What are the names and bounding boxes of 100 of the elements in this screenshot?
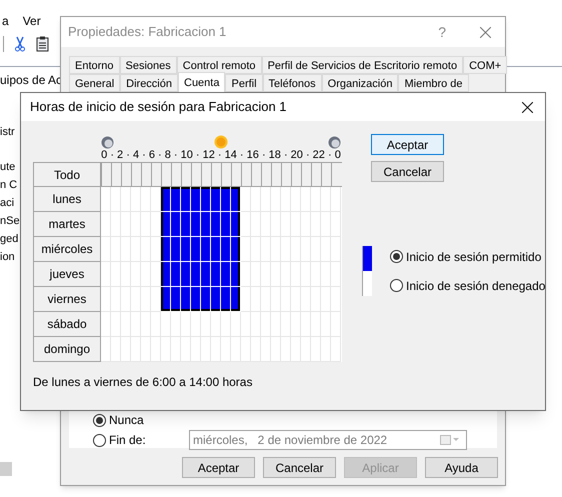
hour-cell[interactable] [311, 237, 321, 262]
hour-cell[interactable] [151, 187, 161, 212]
radio-button[interactable] [93, 434, 106, 446]
hour-cell[interactable] [101, 262, 111, 287]
hour-cell[interactable] [291, 287, 301, 312]
hour-cell[interactable] [131, 287, 141, 312]
tree-item[interactable]: ute [0, 158, 16, 176]
hour-cell[interactable] [111, 262, 121, 287]
hour-cell[interactable] [131, 212, 141, 237]
hour-cell[interactable] [291, 237, 301, 262]
hour-cell[interactable] [231, 312, 241, 337]
hour-cell[interactable] [261, 337, 271, 362]
hour-cell[interactable] [201, 337, 211, 362]
hour-cell[interactable] [191, 312, 201, 337]
hour-cell[interactable] [101, 287, 111, 312]
hour-cell[interactable] [171, 337, 181, 362]
tree-item[interactable]: ged [0, 230, 18, 248]
hour-cell[interactable] [301, 212, 311, 237]
hour-cell[interactable] [131, 312, 141, 337]
hour-cell[interactable] [311, 287, 321, 312]
hour-cell[interactable] [181, 337, 191, 362]
tab[interactable]: Sesiones [120, 56, 177, 74]
hour-cell[interactable] [301, 237, 311, 262]
hour-cell[interactable] [271, 187, 281, 212]
hour-cell[interactable] [301, 312, 311, 337]
hour-cell[interactable] [331, 212, 341, 237]
tab[interactable]: Teléfonos [262, 74, 322, 92]
hour-cell[interactable] [121, 212, 131, 237]
hour-cell[interactable] [191, 337, 201, 362]
hour-cell[interactable] [301, 287, 311, 312]
hour-cell[interactable] [111, 237, 121, 262]
day-button[interactable]: miércoles [33, 237, 101, 262]
hour-cell[interactable] [141, 262, 151, 287]
hour-cell[interactable] [181, 312, 191, 337]
hour-cell[interactable] [231, 337, 241, 362]
hour-cell[interactable] [271, 312, 281, 337]
tab[interactable]: Perfil [225, 74, 263, 92]
hour-cell[interactable] [331, 237, 341, 262]
hour-cell[interactable] [111, 312, 121, 337]
hour-cell[interactable] [301, 187, 311, 212]
dialog-button[interactable]: Aceptar [182, 457, 255, 478]
dialog-button[interactable]: Cancelar [371, 161, 444, 182]
radio-button[interactable] [93, 414, 106, 426]
hour-cell[interactable] [271, 262, 281, 287]
hour-cell[interactable] [271, 337, 281, 362]
hour-cell[interactable] [271, 287, 281, 312]
hour-cell[interactable] [121, 262, 131, 287]
hour-cell[interactable] [291, 262, 301, 287]
hour-cell[interactable] [261, 287, 271, 312]
tab[interactable]: Cuenta [178, 72, 226, 92]
hour-cell[interactable] [121, 337, 131, 362]
tree-item[interactable]: istr [0, 123, 15, 141]
hour-cell[interactable] [141, 187, 151, 212]
hour-cell[interactable] [321, 262, 331, 287]
day-button[interactable]: lunes [33, 187, 101, 212]
hour-cell[interactable] [281, 287, 291, 312]
hour-cell[interactable] [221, 337, 231, 362]
hour-cell[interactable] [251, 187, 261, 212]
tab[interactable]: Perfil de Servicios de Escritorio remoto [262, 56, 464, 74]
hour-cell[interactable] [161, 312, 171, 337]
hour-cell[interactable] [121, 237, 131, 262]
day-button[interactable]: viernes [33, 287, 101, 312]
hour-cell[interactable] [331, 312, 341, 337]
hour-cell[interactable] [311, 312, 321, 337]
hour-cell[interactable] [151, 337, 161, 362]
hour-cell[interactable] [321, 212, 331, 237]
day-button[interactable]: sábado [33, 312, 101, 337]
hour-cell[interactable] [281, 187, 291, 212]
hour-cell[interactable] [151, 262, 161, 287]
hour-cell[interactable] [121, 287, 131, 312]
hour-cell[interactable] [281, 262, 291, 287]
hour-cell[interactable] [281, 237, 291, 262]
hour-cell[interactable] [271, 212, 281, 237]
tree-item[interactable]: ion [0, 248, 15, 266]
hour-cell[interactable] [251, 212, 261, 237]
hour-cell[interactable] [331, 262, 341, 287]
hour-cell[interactable] [131, 262, 141, 287]
hour-cell[interactable] [101, 237, 111, 262]
hour-cell[interactable] [321, 237, 331, 262]
day-button[interactable]: jueves [33, 262, 101, 287]
hour-cell[interactable] [241, 337, 251, 362]
hour-cell[interactable] [251, 287, 261, 312]
hour-cell[interactable] [141, 337, 151, 362]
hour-cell[interactable] [281, 337, 291, 362]
hour-cell[interactable] [261, 312, 271, 337]
hour-cell[interactable] [221, 312, 231, 337]
hour-cell[interactable] [151, 237, 161, 262]
menu-item[interactable]: Ver [20, 12, 43, 30]
hour-cell[interactable] [321, 312, 331, 337]
hour-cell[interactable] [321, 337, 331, 362]
scrollbar-thumb[interactable] [0, 462, 12, 476]
tab[interactable]: Control remoto [176, 56, 262, 74]
hour-cell[interactable] [121, 187, 131, 212]
hour-cell[interactable] [211, 312, 221, 337]
hour-cell[interactable] [101, 187, 111, 212]
hour-cell[interactable] [131, 337, 141, 362]
hour-cell[interactable] [141, 212, 151, 237]
tab[interactable]: Organización [322, 74, 398, 92]
hour-cell[interactable] [111, 337, 121, 362]
hour-cell[interactable] [291, 212, 301, 237]
